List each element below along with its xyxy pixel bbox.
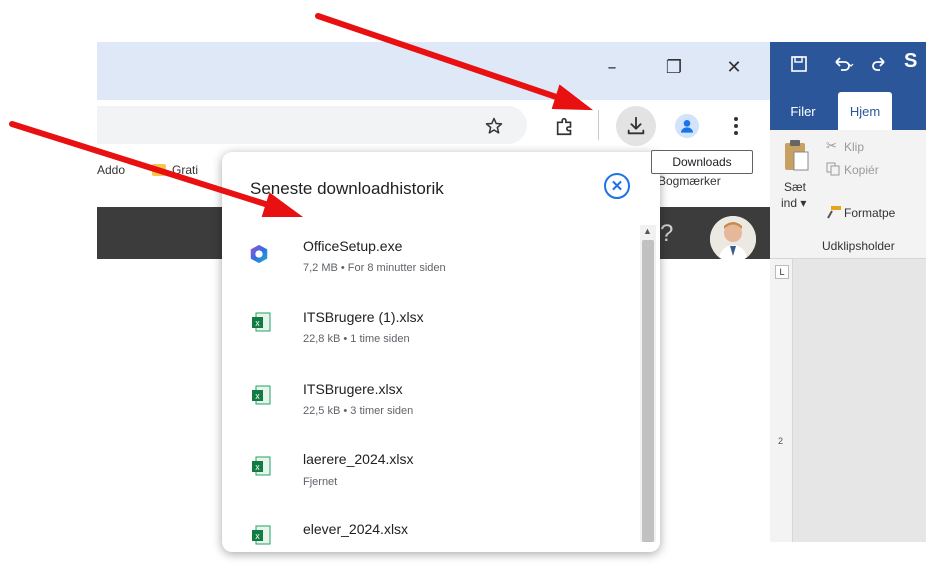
downloads-tooltip: Downloads xyxy=(651,150,753,174)
excel-file-icon: x xyxy=(250,311,272,333)
close-window-button[interactable]: ✕ xyxy=(710,42,758,92)
download-icon xyxy=(627,116,645,135)
save-icon[interactable] xyxy=(790,55,808,73)
svg-text:x: x xyxy=(255,531,260,541)
redo-icon[interactable] xyxy=(870,55,888,73)
address-bar[interactable] xyxy=(97,106,527,144)
download-meta: 7,2 MB • For 8 minutter siden xyxy=(303,262,446,274)
profile-avatar-icon[interactable] xyxy=(675,114,699,138)
download-filename[interactable]: OfficeSetup.exe xyxy=(303,238,402,254)
svg-text:x: x xyxy=(255,391,260,401)
bookmark-star-icon[interactable] xyxy=(482,114,506,138)
svg-text:x: x xyxy=(255,462,260,472)
ruler-number: 2 xyxy=(778,436,784,446)
undo-icon[interactable] xyxy=(832,55,854,73)
download-filename[interactable]: ITSBrugere.xlsx xyxy=(303,381,403,397)
scroll-up-arrow-icon[interactable]: ▲ xyxy=(643,226,652,236)
tab-hjem[interactable]: Hjem xyxy=(838,92,892,130)
excel-file-icon: x xyxy=(250,524,272,546)
download-item[interactable] xyxy=(240,372,630,432)
svg-text:x: x xyxy=(255,318,260,328)
toolbar-divider xyxy=(598,110,599,140)
paste-label[interactable]: Sæt xyxy=(784,180,806,194)
download-filename[interactable]: laerere_2024.xlsx xyxy=(303,451,414,467)
download-meta: 22,5 kB • 3 timer siden xyxy=(303,405,414,417)
download-item[interactable] xyxy=(240,228,630,288)
download-filename[interactable]: ITSBrugere (1).xlsx xyxy=(303,309,424,325)
all-bookmarks-label[interactable]: Bogmærker xyxy=(658,174,721,188)
ribbon-group-label: Udklipsholder xyxy=(822,239,895,253)
office-icon xyxy=(248,243,272,267)
minimize-button[interactable]: – xyxy=(588,42,636,92)
close-downloads-button[interactable]: ✕ xyxy=(604,173,630,199)
download-meta: Fjernet xyxy=(303,476,338,488)
word-more-icon: S xyxy=(904,50,918,72)
scissors-icon[interactable]: ✂ xyxy=(826,138,840,153)
download-item[interactable] xyxy=(240,443,630,503)
copy-icon[interactable] xyxy=(826,162,840,176)
extensions-puzzle-icon[interactable] xyxy=(552,113,578,139)
tab-filer[interactable]: Filer xyxy=(783,92,823,130)
excel-file-icon: x xyxy=(250,384,272,406)
paste-clipboard-icon[interactable] xyxy=(782,138,810,174)
folder-icon xyxy=(152,164,166,176)
download-meta: 22,8 kB • 1 time siden xyxy=(303,333,410,345)
excel-file-icon: x xyxy=(250,455,272,477)
format-painter-icon[interactable] xyxy=(826,205,841,219)
word-document-area xyxy=(770,259,926,542)
restore-button[interactable]: ❐ xyxy=(650,42,698,92)
help-icon[interactable]: ? xyxy=(660,220,673,248)
bookmark-item[interactable]: Addo xyxy=(97,163,125,177)
download-filename[interactable]: elever_2024.xlsx xyxy=(303,521,408,537)
format-painter-label[interactable]: Formatpe xyxy=(844,206,895,220)
downloads-title: Seneste downloadhistorik xyxy=(250,179,444,198)
scrollbar-thumb[interactable] xyxy=(642,240,654,542)
bookmark-item[interactable]: Grati xyxy=(172,163,198,177)
avatar[interactable] xyxy=(710,216,756,262)
tab-stop-selector[interactable]: L xyxy=(775,265,789,279)
paste-dropdown-label[interactable]: ind ▾ xyxy=(781,196,806,210)
cut-label[interactable]: Klip xyxy=(844,140,864,154)
vertical-ruler xyxy=(770,259,793,542)
chrome-menu-kebab-icon[interactable] xyxy=(726,114,746,138)
downloads-button[interactable] xyxy=(616,106,656,146)
download-item[interactable] xyxy=(240,512,630,572)
copy-label[interactable]: Kopiér xyxy=(844,163,879,177)
download-item[interactable] xyxy=(240,300,630,360)
